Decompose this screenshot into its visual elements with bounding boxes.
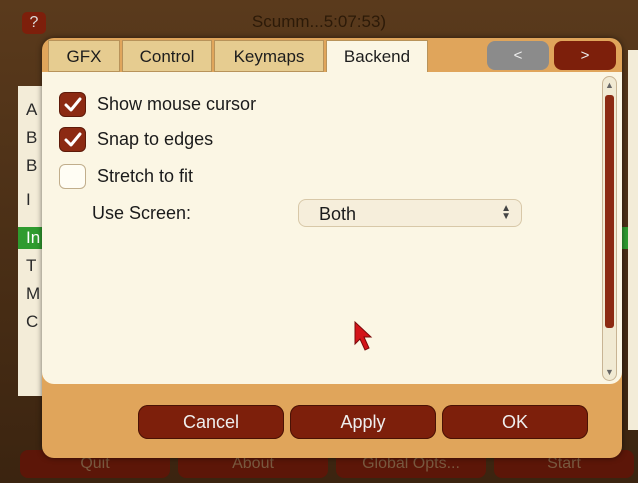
snap-to-edges-label[interactable]: Snap to edges (97, 129, 213, 150)
list-item[interactable]: B (26, 156, 37, 176)
backend-settings-panel (42, 72, 622, 384)
ok-button[interactable]: OK (442, 405, 588, 439)
apply-button[interactable]: Apply (290, 405, 436, 439)
show-mouse-cursor-checkbox[interactable] (59, 92, 86, 117)
select-arrows-icon: ▲ ▼ (501, 203, 511, 222)
vertical-scrollbar[interactable]: ▲ ▼ (602, 76, 617, 381)
scroll-up-icon[interactable]: ▲ (603, 77, 616, 93)
use-screen-value: Both (319, 204, 357, 224)
use-screen-select[interactable]: Both ▲ ▼ (298, 199, 522, 227)
checkmark-icon (64, 97, 82, 112)
checkmark-icon (64, 132, 82, 147)
tab-backend[interactable]: Backend (326, 40, 428, 74)
launcher-right-panel (628, 50, 638, 430)
mouse-cursor-icon (354, 320, 373, 351)
list-item[interactable]: M (26, 284, 40, 304)
show-mouse-cursor-label[interactable]: Show mouse cursor (97, 94, 256, 115)
launcher-title: Scumm...5:07:53) (251, 12, 387, 31)
cancel-button[interactable]: Cancel (138, 405, 284, 439)
use-screen-label: Use Screen: (92, 203, 192, 223)
list-item: In (26, 228, 41, 247)
tab-scroll-right-button[interactable]: > (554, 41, 616, 70)
stretch-to-fit-checkbox[interactable] (59, 164, 86, 189)
list-item[interactable]: A (26, 100, 37, 120)
scrollbar-thumb[interactable] (605, 95, 614, 328)
list-item[interactable]: C (26, 312, 38, 332)
tab-scroll-left-button[interactable]: < (487, 41, 549, 70)
list-item[interactable]: I (26, 190, 31, 210)
tab-gfx[interactable]: GFX (48, 40, 120, 72)
snap-to-edges-checkbox[interactable] (59, 127, 86, 152)
scroll-down-icon[interactable]: ▼ (603, 364, 616, 380)
list-item[interactable]: T (26, 256, 36, 276)
list-item[interactable]: B (26, 128, 37, 148)
stretch-to-fit-label[interactable]: Stretch to fit (97, 166, 193, 187)
tab-keymaps[interactable]: Keymaps (214, 40, 324, 72)
tab-control[interactable]: Control (122, 40, 212, 72)
